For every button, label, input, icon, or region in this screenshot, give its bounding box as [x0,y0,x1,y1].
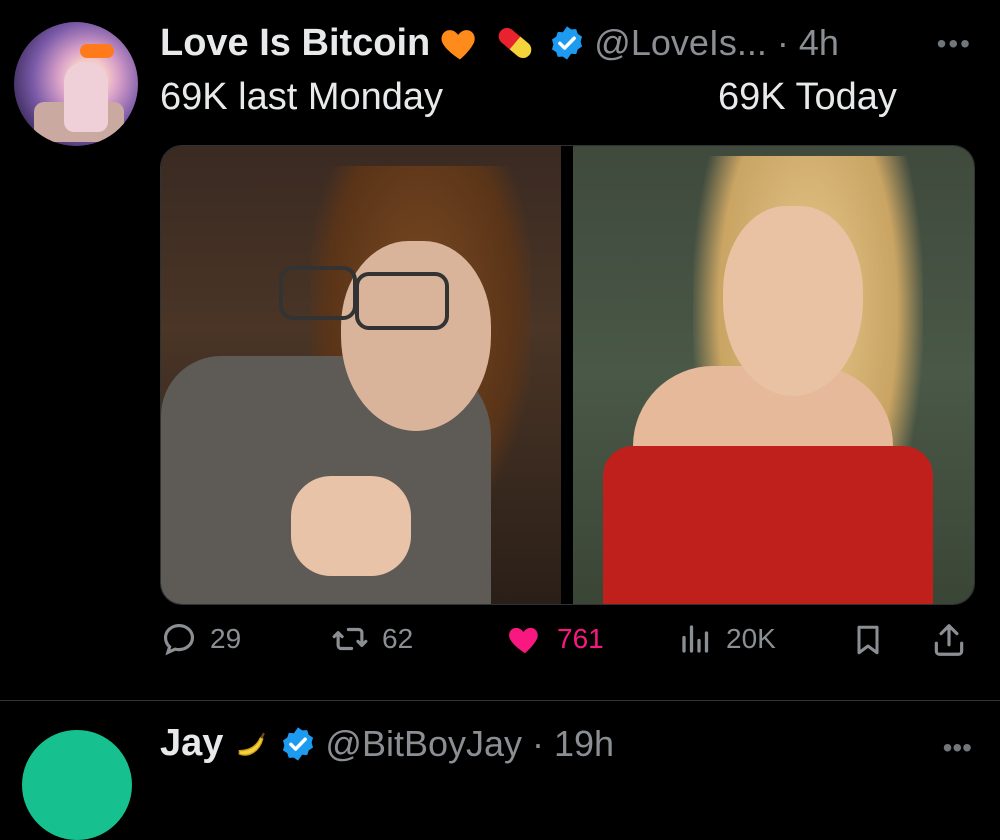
next-tweet-header: Jay @BitBoyJay · 19h [160,722,614,765]
bookmark-icon [857,625,879,655]
author-handle-time[interactable]: @LoveIs... · 4h [594,22,839,64]
verified-badge-icon [552,26,583,60]
tweet-actions: 29 62 761 20K [160,620,973,680]
retweet-button[interactable]: 62 [330,620,413,658]
avatar-figure [64,62,108,132]
views-chart-icon [682,625,709,653]
reply-count: 29 [210,623,242,654]
views-count: 20K [726,623,776,654]
tweet-text-right: 69K Today [718,76,897,118]
more-options-icon[interactable]: ••• [937,28,972,60]
share-button[interactable] [930,620,968,660]
photo-glasses-left [279,266,357,320]
views-button[interactable]: 20K [678,620,776,658]
media-divider [561,146,573,604]
photo-glasses-right [355,272,449,330]
retweet-count: 62 [382,623,414,654]
avatar-glasses [80,44,114,58]
tweet-separator [0,700,1000,701]
tweet-media[interactable] [160,145,975,605]
retweet-icon [332,627,368,651]
reply-icon [163,623,195,656]
media-photo-left[interactable] [161,146,561,604]
heart-filled-icon [509,627,538,654]
verified-badge-icon [283,726,314,761]
like-count: 761 [557,623,604,654]
photo-hand [291,476,411,576]
pill-icon [498,27,532,59]
next-more-options-icon[interactable]: ••• [943,732,972,764]
tweet-text-left: 69K last Monday [160,76,444,118]
photo-face [723,206,863,396]
like-button[interactable]: 761 [505,620,604,658]
share-icon [934,624,964,656]
media-photo-right[interactable] [573,146,974,604]
next-author-name[interactable]: Jay [160,722,223,765]
orange-heart-icon [441,30,476,60]
next-author-handle-time[interactable]: @BitBoyJay · 19h [325,723,614,765]
tweet-header: Love Is Bitcoin @LoveIs... · 4h [160,18,839,68]
banana-icon [239,732,266,756]
photo-face [341,241,491,431]
bookmark-button[interactable] [850,620,886,660]
author-avatar[interactable] [14,22,138,146]
author-name[interactable]: Love Is Bitcoin [160,22,430,65]
photo-dress [603,446,933,604]
reply-button[interactable]: 29 [160,620,241,658]
next-author-avatar[interactable] [22,730,132,840]
